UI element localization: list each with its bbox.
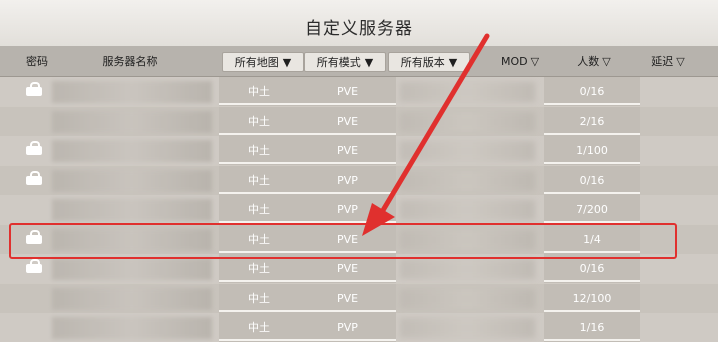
row-underline xyxy=(544,103,640,105)
server-name-blurred xyxy=(52,317,212,339)
row-underline xyxy=(544,309,640,312)
version-blurred xyxy=(400,318,535,338)
dropdown-arrow-icon: ▼ xyxy=(364,55,374,69)
lock-icon xyxy=(26,259,42,273)
row-underline xyxy=(219,132,396,135)
row-underline xyxy=(544,132,640,135)
header-latency[interactable]: 延迟 ▽ xyxy=(646,52,690,70)
mode-filter-label: 所有模式 xyxy=(316,56,361,69)
server-row[interactable]: 中土 PVE 0/16 xyxy=(0,77,718,106)
row-underline xyxy=(219,339,396,341)
map-filter-dropdown[interactable]: 所有地图 ▼ xyxy=(222,52,304,72)
server-row[interactable]: 中土 PVE 1/100 xyxy=(0,136,718,165)
server-name-blurred xyxy=(52,110,212,133)
map-cell: 中土 xyxy=(219,136,299,165)
dropdown-arrow-icon: ▼ xyxy=(282,55,292,69)
mode-cell: PVP xyxy=(299,313,396,342)
mode-cell: PVE xyxy=(299,283,396,313)
server-name-blurred xyxy=(52,169,212,192)
header-password[interactable]: 密码 xyxy=(22,52,52,70)
server-row[interactable]: 中土 PVE 2/16 xyxy=(0,106,718,136)
row-underline xyxy=(544,162,640,164)
mode-filter-dropdown[interactable]: 所有模式 ▼ xyxy=(304,52,386,72)
players-cell: 1/100 xyxy=(544,136,640,165)
map-filter-label: 所有地图 xyxy=(234,56,279,69)
server-name-blurred xyxy=(52,287,212,310)
row-underline xyxy=(219,103,396,105)
server-row[interactable]: 中土 PVP 1/16 xyxy=(0,313,718,342)
mode-cell: PVP xyxy=(299,165,396,195)
window-title: 自定义服务器 xyxy=(305,19,413,39)
players-cell: 0/16 xyxy=(544,77,640,106)
row-underline xyxy=(219,191,396,194)
server-row[interactable]: 中土 PVE 12/100 xyxy=(0,283,718,313)
map-cell: 中土 xyxy=(219,165,299,195)
map-cell: 中土 xyxy=(219,283,299,313)
lock-icon xyxy=(26,82,42,96)
row-underline xyxy=(219,309,396,312)
sort-arrow-icon: ▽ xyxy=(530,54,540,68)
map-cell: 中土 xyxy=(219,77,299,106)
players-cell: 2/16 xyxy=(544,106,640,136)
mode-cell: PVE xyxy=(299,106,396,136)
row-underline xyxy=(219,162,396,164)
mode-cell: PVE xyxy=(299,77,396,106)
lock-icon xyxy=(26,170,42,185)
map-cell: 中土 xyxy=(219,106,299,136)
header-latency-label: 延迟 xyxy=(651,55,674,68)
row-underline xyxy=(544,191,640,194)
title-bar: 自定义服务器 xyxy=(0,0,718,47)
version-blurred xyxy=(400,170,535,191)
version-blurred xyxy=(400,82,535,102)
server-row[interactable]: 中土 PVP 0/16 xyxy=(0,165,718,195)
server-name-blurred xyxy=(52,258,212,280)
column-header-bar: 密码 服务器名称 所有地图 ▼ 所有模式 ▼ 所有版本 ▼ MOD ▽ 人数 ▽… xyxy=(0,46,718,77)
header-players[interactable]: 人数 ▽ xyxy=(572,52,616,70)
mode-cell: PVP xyxy=(299,195,396,224)
header-server-name[interactable]: 服务器名称 xyxy=(95,52,165,70)
sort-arrow-icon: ▽ xyxy=(602,54,611,68)
server-name-blurred xyxy=(52,199,212,221)
highlight-box xyxy=(9,223,677,259)
header-mod-label: MOD xyxy=(500,54,528,68)
players-cell: 12/100 xyxy=(544,283,640,313)
row-underline xyxy=(219,280,396,282)
version-blurred xyxy=(400,111,535,132)
server-name-blurred xyxy=(52,140,212,162)
server-name-blurred xyxy=(52,81,212,103)
map-cell: 中土 xyxy=(219,313,299,342)
version-filter-dropdown[interactable]: 所有版本 ▼ xyxy=(388,52,470,72)
header-mod[interactable]: MOD ▽ xyxy=(498,52,542,70)
lock-icon xyxy=(26,141,42,155)
server-row[interactable]: 中土 PVP 7/200 xyxy=(0,195,718,224)
map-cell: 中土 xyxy=(219,195,299,224)
players-cell: 0/16 xyxy=(544,165,640,195)
version-blurred xyxy=(400,288,535,309)
row-underline xyxy=(544,280,640,282)
sort-arrow-icon: ▽ xyxy=(676,54,685,68)
row-underline xyxy=(544,339,640,341)
version-blurred xyxy=(400,200,535,220)
version-filter-label: 所有版本 xyxy=(400,56,445,69)
version-blurred xyxy=(400,259,535,279)
players-cell: 1/16 xyxy=(544,313,640,342)
players-cell: 7/200 xyxy=(544,195,640,224)
mode-cell: PVE xyxy=(299,136,396,165)
header-players-label: 人数 xyxy=(577,55,600,68)
version-blurred xyxy=(400,141,535,161)
dropdown-arrow-icon: ▼ xyxy=(448,55,458,69)
